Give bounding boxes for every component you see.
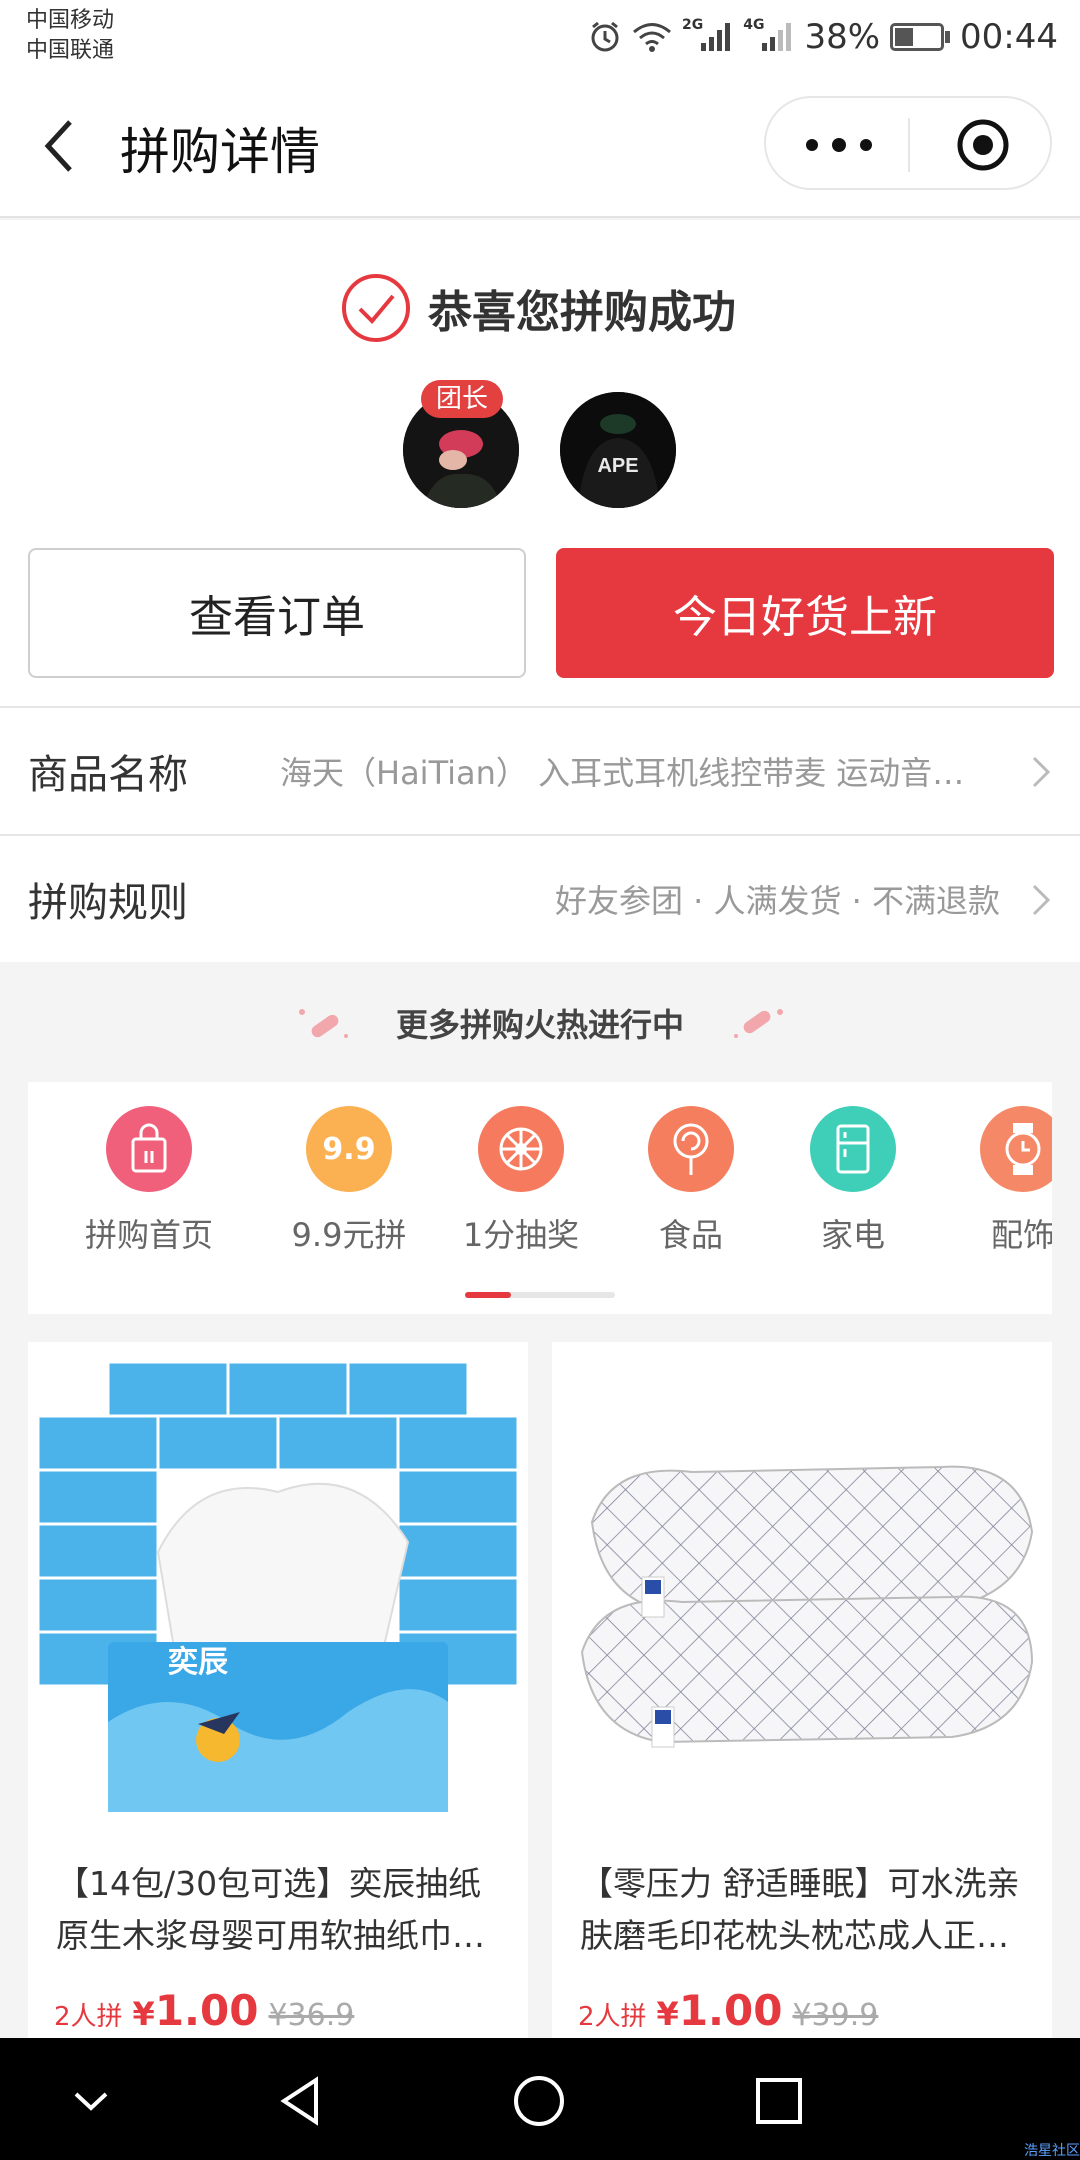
brand-text: 奕辰 xyxy=(168,1645,228,1680)
shopping-bag-icon xyxy=(106,1106,192,1192)
category-accessories[interactable]: 配饰 xyxy=(938,1106,1052,1256)
product-title-line2: 原生木浆母婴可用软抽纸巾… xyxy=(56,1916,485,1955)
home-circle-icon[interactable] xyxy=(512,2074,566,2128)
currency-symbol: ¥ xyxy=(656,1995,679,2033)
net-2g-label: 2G xyxy=(681,17,704,33)
category-food[interactable]: 食品 xyxy=(606,1106,776,1256)
signal-2g-icon: 2G xyxy=(682,17,733,53)
pillow-product-image xyxy=(552,1342,1052,1842)
avatar-shirt-text: APE xyxy=(597,455,638,477)
back-arrow-icon[interactable] xyxy=(40,116,80,176)
price-value: 1.00 xyxy=(154,1986,259,2035)
product-name-row[interactable]: 商品名称 海天（HaiTian） 入耳式耳机线控带麦 运动音… xyxy=(0,706,1080,834)
carrier-info: 中国移动 中国联通 xyxy=(26,6,114,66)
battery-icon xyxy=(890,23,951,51)
product-title-line1: 【14包/30包可选】奕辰抽纸 xyxy=(56,1864,482,1903)
recent-apps-icon[interactable] xyxy=(752,2074,806,2128)
product-title-line1: 【零压力 舒适睡眠】可水洗亲 xyxy=(580,1864,1020,1903)
more-group-buy-heading: 更多拼购火热进行中 xyxy=(395,1006,684,1044)
price-value: 1.00 xyxy=(678,1986,783,2035)
clock: 00:44 xyxy=(960,17,1058,57)
currency-symbol: ¥ xyxy=(132,1995,155,2033)
wheel-icon xyxy=(478,1106,564,1192)
group-rules-row[interactable]: 拼购规则 好友参团 · 人满发货 · 不满退款 xyxy=(0,834,1080,962)
product-title: 【14包/30包可选】奕辰抽纸 原生木浆母婴可用软抽纸巾… xyxy=(56,1858,506,1962)
group-rules-value: 好友参团 · 人满发货 · 不满退款 xyxy=(554,882,1000,920)
category-appliances[interactable]: 家电 xyxy=(768,1106,938,1256)
category-label: 食品 xyxy=(658,1216,723,1254)
system-navigation-bar: 浩星社区 xyxy=(0,2038,1080,2160)
avatar-member[interactable]: APE xyxy=(560,392,676,508)
success-check-icon xyxy=(342,274,410,342)
tissue-product-image: 奕辰 xyxy=(28,1342,528,1842)
alarm-icon xyxy=(588,20,622,54)
category-lottery[interactable]: 1分抽奖 xyxy=(436,1106,606,1256)
product-name-label: 商品名称 xyxy=(28,752,188,798)
category-carousel[interactable]: 拼购首页 9.9 9.9元拼 1分抽奖 食品 家电 配饰 xyxy=(28,1082,1052,1314)
group-size: 2人拼 xyxy=(54,2002,123,2032)
signal-4g-icon: 4G xyxy=(743,17,794,53)
group-size: 2人拼 xyxy=(578,2002,647,2032)
capsule-divider xyxy=(908,118,910,172)
group-price: ¥1.00 xyxy=(657,1986,783,2035)
original-price: ¥36.9 xyxy=(268,1998,355,2033)
carrier-1: 中国移动 xyxy=(26,8,115,33)
original-price: ¥39.9 xyxy=(792,1998,879,2033)
back-triangle-icon[interactable] xyxy=(274,2074,328,2128)
more-options-icon[interactable] xyxy=(804,138,874,152)
group-rules-label: 拼购规则 xyxy=(28,880,188,926)
price-row: 2人拼 ¥1.00 ¥39.9 xyxy=(578,1986,878,2035)
watch-icon xyxy=(980,1106,1052,1192)
group-success-panel: 恭喜您拼购成功 团长 APE 查看订单 今日好货上新 商品名称 海天（HaiTi… xyxy=(0,220,1080,962)
category-label: 配饰 xyxy=(990,1216,1052,1254)
status-icons: 2G 4G 38% 00:44 xyxy=(588,12,1058,62)
view-order-button[interactable]: 查看订单 xyxy=(28,548,526,678)
product-name-value: 海天（HaiTian） 入耳式耳机线控带麦 运动音… xyxy=(280,754,965,792)
chevron-right-icon xyxy=(1032,884,1051,916)
category-label: 1分抽奖 xyxy=(462,1216,580,1254)
product-title-line2: 肤磨毛印花枕头枕芯成人正… xyxy=(580,1916,1009,1955)
right-decoration-icon xyxy=(734,1009,783,1038)
chevron-down-icon[interactable] xyxy=(64,2074,118,2128)
page-title: 拼购详情 xyxy=(120,123,320,181)
today-new-goods-button[interactable]: 今日好货上新 xyxy=(556,548,1054,678)
net-4g-label: 4G xyxy=(743,17,765,33)
miniprogram-capsule xyxy=(764,96,1052,190)
lollipop-icon xyxy=(648,1106,734,1192)
carousel-scroll-thumb xyxy=(465,1292,511,1298)
product-card-tissues[interactable]: 奕辰 【14包/30包可选】奕辰抽纸 原生木浆母婴可用软抽纸巾… 2人拼 ¥1.… xyxy=(28,1342,528,2042)
product-title: 【零压力 舒适睡眠】可水洗亲 肤磨毛印花枕头枕芯成人正… xyxy=(580,1858,1030,1962)
nine-nine-text: 9.9 xyxy=(322,1131,376,1167)
watermark: 浩星社区 xyxy=(1024,2143,1080,2159)
success-text: 恭喜您拼购成功 xyxy=(428,287,736,338)
status-bar: 中国移动 中国联通 2G 4G 38% 00:44 xyxy=(0,0,1080,72)
leader-badge: 团长 xyxy=(421,380,503,418)
category-group-home[interactable]: 拼购首页 xyxy=(64,1106,234,1256)
category-label: 9.9元拼 xyxy=(291,1216,407,1254)
success-heading: 恭喜您拼购成功 xyxy=(340,272,736,344)
top-navigation-bar: 拼购详情 xyxy=(0,72,1080,218)
group-price: ¥1.00 xyxy=(133,1986,259,2035)
chevron-right-icon xyxy=(1032,756,1051,788)
carousel-scroll-indicator xyxy=(465,1292,615,1298)
category-label: 家电 xyxy=(820,1216,885,1254)
wifi-icon xyxy=(632,21,672,53)
fridge-icon xyxy=(810,1106,896,1192)
close-miniprogram-icon[interactable] xyxy=(956,118,1010,172)
nine-nine-icon: 9.9 xyxy=(306,1106,392,1192)
product-card-pillow[interactable]: 【零压力 舒适睡眠】可水洗亲 肤磨毛印花枕头枕芯成人正… 2人拼 ¥1.00 ¥… xyxy=(552,1342,1052,2042)
category-label: 拼购首页 xyxy=(84,1216,213,1254)
carrier-2: 中国联通 xyxy=(26,38,115,63)
category-9-9[interactable]: 9.9 9.9元拼 xyxy=(264,1106,434,1256)
price-row: 2人拼 ¥1.00 ¥36.9 xyxy=(54,1986,354,2035)
battery-percent: 38% xyxy=(804,17,881,57)
